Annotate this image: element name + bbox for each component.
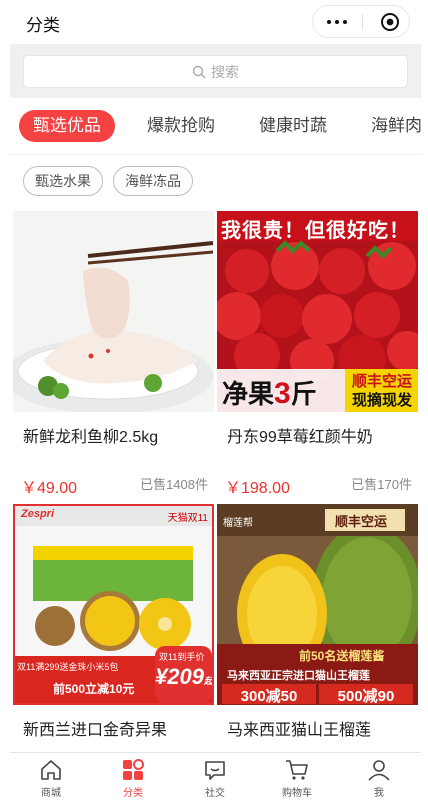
home-icon (41, 760, 61, 780)
kiwi-store-tag: 天猫双11 (167, 513, 208, 524)
chip-fruit[interactable]: 甄选水果 (23, 166, 103, 196)
product-image-kiwi[interactable]: Zespri 天猫双11 双11满299送金珠小米5包 前500立减10元 双1… (13, 504, 214, 705)
strawberry-banner-right: 顺丰空运 现摘现发 (351, 373, 412, 409)
category-tabs: 甄选优品 爆款抢购 健康时蔬 海鲜肉 (10, 98, 421, 155)
durian-coupon-2: 500减90 (337, 688, 395, 705)
chat-icon (205, 761, 225, 780)
product-image-fish[interactable] (13, 211, 214, 412)
kiwi-promo-discount: 前500立减10元 (53, 682, 135, 696)
tab-seafood-meat[interactable]: 海鲜肉 (371, 110, 421, 142)
kiwi-badge-price: ¥209起 (155, 664, 213, 689)
durian-brand-tag: 榴莲帮 (223, 518, 253, 529)
product-name: 新西兰进口金奇异果 (23, 722, 168, 739)
product-name: 丹东99草莓红颜牛奶 (227, 429, 373, 446)
search-placeholder: 搜索 (211, 63, 239, 80)
nav-item-cart[interactable]: 购物车 (267, 757, 327, 799)
nav-item-category[interactable]: 分类 (103, 757, 163, 799)
page: 分类 搜索 甄选优品 爆款抢购 健康时蔬 海鲜肉 甄选水果 海鲜冻品 新鲜龙利鱼… (10, 0, 421, 806)
search-input[interactable]: 搜索 (23, 55, 408, 88)
page-title: 分类 (26, 16, 60, 35)
more-icon[interactable] (327, 13, 351, 29)
durian-promo-gift: 前50名送榴莲酱 (299, 649, 385, 663)
tab-hot-deals[interactable]: 爆款抢购 (147, 110, 215, 142)
cart-icon (286, 760, 308, 780)
product-price: ￥49.00 (21, 480, 78, 497)
product-image-durian[interactable]: 榴莲帮 顺丰空运 前50名送榴莲酱 马来西亚正宗进口猫山王榴莲 300减50 5… (217, 504, 418, 705)
mini-program-capsule (312, 5, 410, 38)
nav-item-mall[interactable]: 商城 (21, 757, 81, 799)
subcategory-bar: 甄选水果 海鲜冻品 (10, 155, 421, 211)
top-bar: 分类 (10, 0, 421, 44)
bottom-nav: 商城 分类 社交 购物车 我 (10, 752, 421, 806)
product-image-strawberry[interactable]: 我很贵！但很好吃！ 净果3斤 顺丰空运 现摘现发 (217, 211, 418, 412)
kiwi-promo-gift: 双11满299送金珠小米5包 (17, 662, 119, 672)
capsule-divider (362, 14, 363, 30)
search-area: 搜索 (10, 44, 421, 98)
nav-item-me[interactable]: 我 (349, 757, 409, 799)
search-icon (192, 65, 206, 78)
category-icon (123, 759, 144, 780)
product-name: 马来西亚猫山王榴莲 (227, 722, 372, 739)
user-icon (368, 760, 390, 781)
close-target-icon[interactable] (380, 12, 400, 32)
strawberry-banner-left: 净果3斤 (222, 377, 317, 410)
product-name: 新鲜龙利鱼柳2.5kg (23, 429, 159, 446)
durian-ship-tag: 顺丰空运 (335, 514, 388, 529)
tab-selected-goods[interactable]: 甄选优品 (19, 110, 115, 142)
product-price: ￥198.00 (225, 480, 290, 497)
tab-vegetables[interactable]: 健康时蔬 (259, 110, 327, 142)
nav-item-social[interactable]: 社交 (185, 757, 245, 799)
product-sold-count: 已售170件 (351, 477, 412, 492)
durian-coupon-1: 300减50 (240, 688, 298, 705)
kiwi-brand-tag: Zespri (21, 508, 55, 520)
chip-frozen-seafood[interactable]: 海鲜冻品 (113, 166, 193, 196)
product-sold-count: 已售1408件 (140, 477, 208, 492)
durian-promo-title: 马来西亚正宗进口猫山王榴莲 (227, 670, 370, 682)
kiwi-badge-label: 双11到手价 (159, 652, 205, 662)
strawberry-banner-top: 我很贵！但很好吃！ (221, 220, 410, 242)
